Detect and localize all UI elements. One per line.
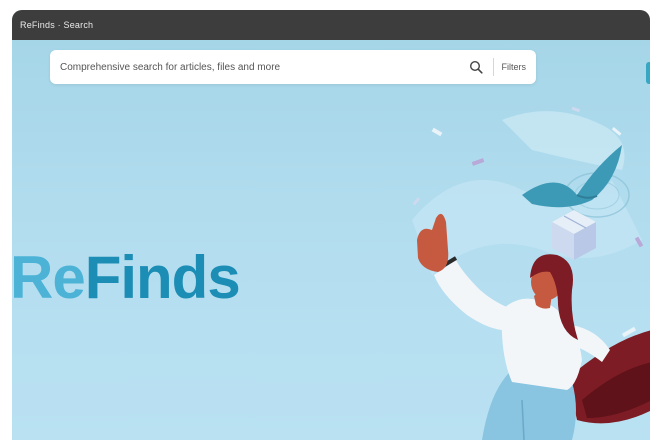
browser-window: ReFinds · Search Filters ReFinds	[12, 10, 650, 440]
window-title: ReFinds · Search	[20, 20, 94, 30]
side-tab[interactable]	[646, 62, 650, 84]
search-input[interactable]	[50, 49, 465, 85]
search-divider	[492, 58, 494, 76]
search-icon[interactable]	[465, 56, 487, 78]
hero-illustration	[412, 106, 650, 440]
title-bar: ReFinds · Search	[12, 10, 650, 40]
main-content: Filters ReFinds	[12, 40, 650, 440]
filters-button[interactable]: Filters	[500, 62, 537, 72]
brand-part-finds: Finds	[84, 244, 241, 311]
brand-part-re: Re	[12, 244, 86, 311]
brand-logo: ReFinds	[12, 248, 241, 308]
search-bar: Filters	[50, 49, 537, 85]
